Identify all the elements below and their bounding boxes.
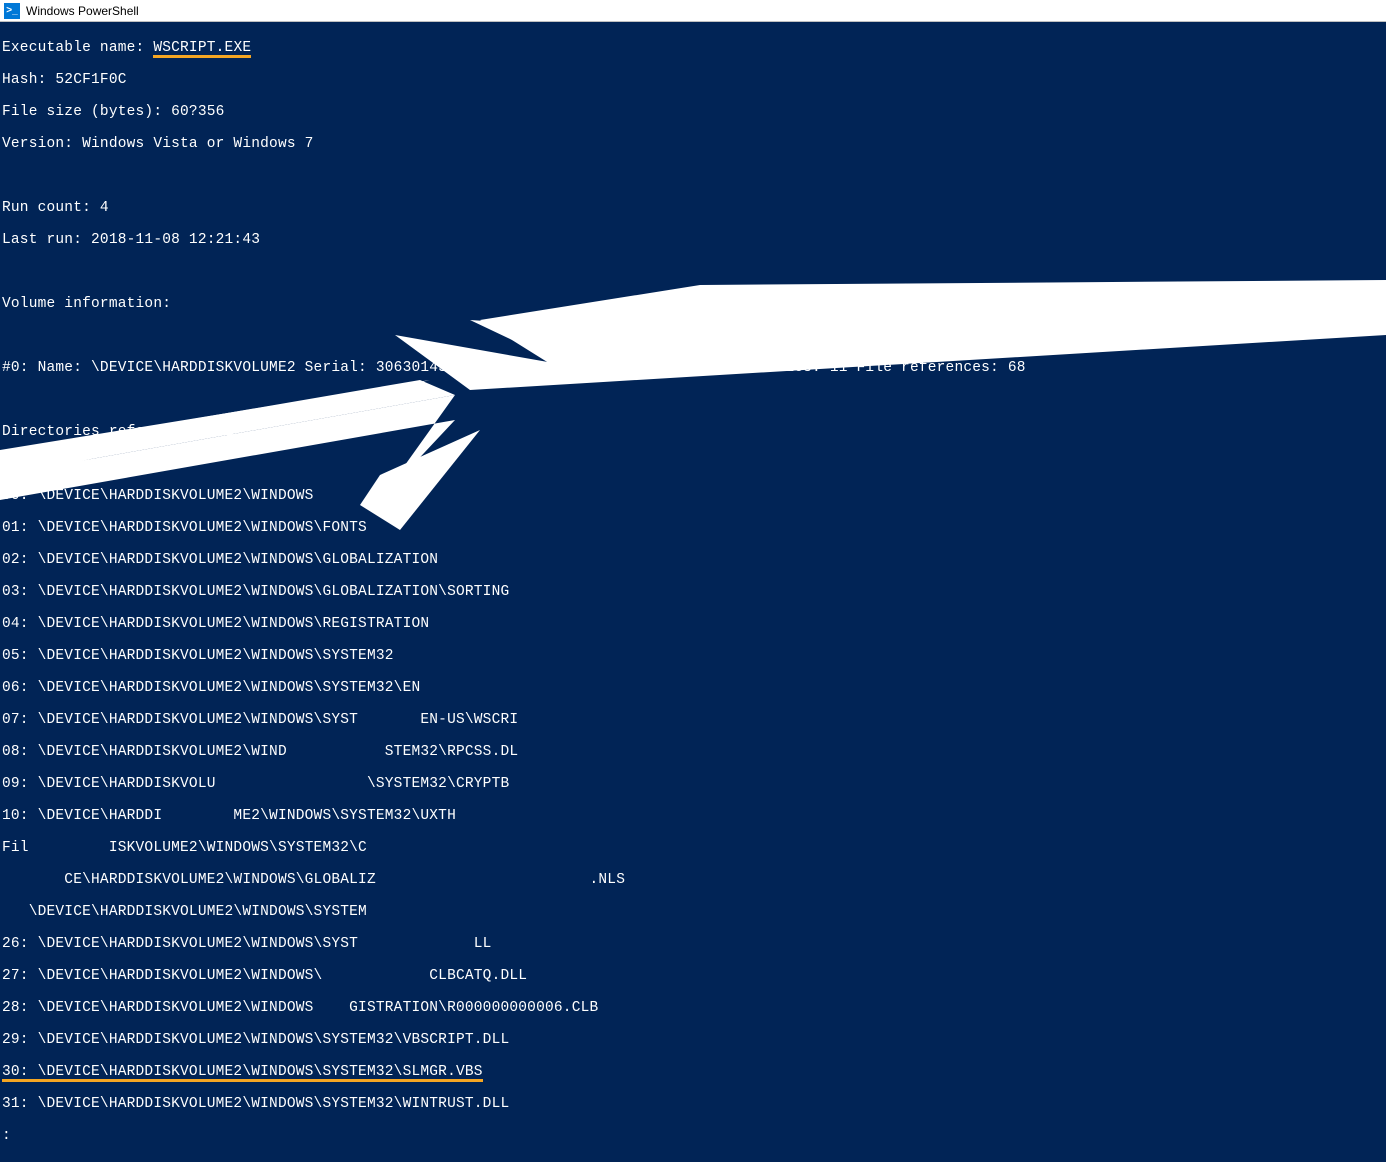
output-line: File size (bytes): 60?356	[2, 104, 1384, 120]
prompt-line: :	[2, 1128, 1384, 1144]
output-line: 08: \DEVICE\HARDDISKVOLUME2\WIND STEM32\…	[2, 744, 1384, 760]
output-line: Last run: 2018-11-08 12:21:43	[2, 232, 1384, 248]
output-line: Directories referenced: 11	[2, 424, 1384, 440]
output-line: Executable name: WSCRIPT.EXE	[2, 40, 1384, 56]
output-line: 09: \DEVICE\HARDDISKVOLU \SYSTEM32\CRYPT…	[2, 776, 1384, 792]
powershell-icon: >_	[4, 3, 20, 19]
executable-name-highlighted: WSCRIPT.EXE	[153, 40, 251, 56]
output-line: Version: Windows Vista or Windows 7	[2, 136, 1384, 152]
output-line: Volume information:	[2, 296, 1384, 312]
output-line: 26: \DEVICE\HARDDISKVOLUME2\WINDOWS\SYST…	[2, 936, 1384, 952]
output-line: 10: \DEVICE\HARDDI ME2\WINDOWS\SYSTEM32\…	[2, 808, 1384, 824]
terminal-output[interactable]: Executable name: WSCRIPT.EXE Hash: 52CF1…	[0, 22, 1386, 1162]
output-line: 27: \DEVICE\HARDDISKVOLUME2\WINDOWS\ CLB…	[2, 968, 1384, 984]
output-line: 02: \DEVICE\HARDDISKVOLUME2\WINDOWS\GLOB…	[2, 552, 1384, 568]
slmgr-path-highlighted: 30: \DEVICE\HARDDISKVOLUME2\WINDOWS\SYST…	[2, 1064, 483, 1080]
window-title: Windows PowerShell	[26, 4, 139, 18]
output-line: 03: \DEVICE\HARDDISKVOLUME2\WINDOWS\GLOB…	[2, 584, 1384, 600]
output-line: Fil ISKVOLUME2\WINDOWS\SYSTEM32\C	[2, 840, 1384, 856]
output-line	[2, 264, 1384, 280]
window-titlebar[interactable]: >_ Windows PowerShell	[0, 0, 1386, 22]
output-line: 07: \DEVICE\HARDDISKVOLUME2\WINDOWS\SYST…	[2, 712, 1384, 728]
output-line: CE\HARDDISKVOLUME2\WINDOWS\GLOBALIZ .NLS	[2, 872, 1384, 888]
output-line: 30: \DEVICE\HARDDISKVOLUME2\WINDOWS\SYST…	[2, 1064, 1384, 1080]
output-line	[2, 456, 1384, 472]
output-line	[2, 392, 1384, 408]
output-line: \DEVICE\HARDDISKVOLUME2\WINDOWS\SYSTEM	[2, 904, 1384, 920]
output-line: 31: \DEVICE\HARDDISKVOLUME2\WINDOWS\SYST…	[2, 1096, 1384, 1112]
output-line: 05: \DEVICE\HARDDISKVOLUME2\WINDOWS\SYST…	[2, 648, 1384, 664]
output-line: Run count: 4	[2, 200, 1384, 216]
output-line: 28: \DEVICE\HARDDISKVOLUME2\WINDOWS GIST…	[2, 1000, 1384, 1016]
output-line: Hash: 52CF1F0C	[2, 72, 1384, 88]
output-line: 06: \DEVICE\HARDDISKVOLUME2\WINDOWS\SYST…	[2, 680, 1384, 696]
output-line	[2, 168, 1384, 184]
output-line: 01: \DEVICE\HARDDISKVOLUME2\WINDOWS\FONT…	[2, 520, 1384, 536]
output-line: 29: \DEVICE\HARDDISKVOLUME2\WINDOWS\SYST…	[2, 1032, 1384, 1048]
output-line: #0: Name: \DEVICE\HARDDISKVOLUME2 Serial…	[2, 360, 1384, 376]
output-line: 00: \DEVICE\HARDDISKVOLUME2\WINDOWS	[2, 488, 1384, 504]
output-line	[2, 328, 1384, 344]
output-line: 04: \DEVICE\HARDDISKVOLUME2\WINDOWS\REGI…	[2, 616, 1384, 632]
